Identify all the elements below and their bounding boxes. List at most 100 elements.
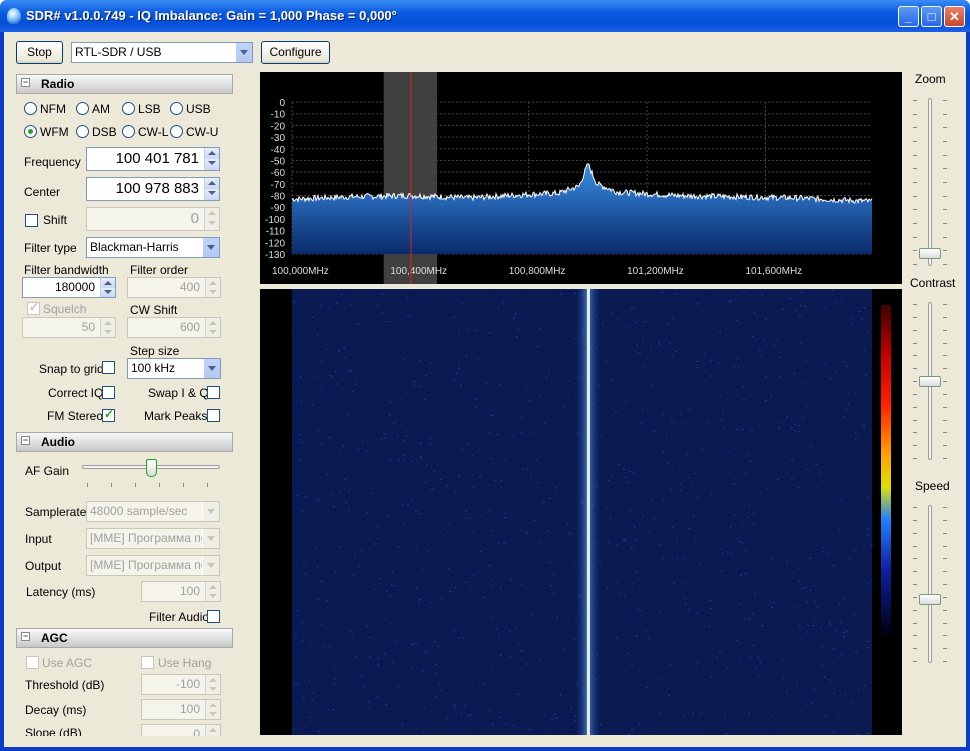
spectrum-plot[interactable]: 0-10-20-30-40-50-60-70-80-90-100-110-120… [260, 72, 902, 284]
audio-section-header[interactable]: − Audio [16, 432, 233, 452]
title-bar[interactable]: SDR# v1.0.0.749 - IQ Imbalance: Gain = 1… [0, 0, 970, 32]
contrast-slider-thumb[interactable] [919, 376, 941, 387]
spin-up-icon[interactable] [101, 278, 115, 288]
shift-input[interactable]: 0 [86, 207, 220, 231]
spin-down-icon[interactable] [205, 159, 219, 170]
decay-input[interactable]: 100 [141, 699, 221, 720]
spin-down-icon[interactable] [206, 287, 220, 297]
spin-up-icon[interactable] [205, 208, 219, 219]
waterfall-noise [751, 336, 754, 337]
use-agc-checkbox[interactable] [26, 656, 39, 669]
speed-slider[interactable] [910, 499, 950, 669]
waterfall-noise [323, 616, 326, 617]
snap-to-grid-checkbox[interactable] [102, 361, 115, 374]
filter-audio-checkbox[interactable] [207, 610, 220, 623]
collapse-icon[interactable]: − [21, 78, 30, 87]
spin-down-icon[interactable] [205, 219, 219, 230]
waterfall-noise [437, 688, 440, 690]
output-device-select[interactable]: [MME] Программа пер [86, 555, 220, 576]
collapse-icon[interactable]: − [21, 436, 30, 445]
waterfall-noise [736, 298, 739, 300]
mode-radio-am[interactable] [76, 102, 89, 115]
swap-iq-checkbox[interactable] [207, 386, 220, 399]
squelch-checkbox[interactable] [27, 300, 40, 315]
spin-up-icon[interactable] [101, 318, 115, 328]
radio-section-header[interactable]: − Radio [16, 74, 233, 94]
waterfall-noise [662, 412, 665, 414]
waterfall-noise [668, 453, 671, 455]
waterfall-noise [367, 620, 370, 622]
spin-down-icon[interactable] [206, 327, 220, 337]
waterfall-noise [319, 623, 322, 625]
zoom-slider[interactable] [910, 92, 950, 272]
filter-type-select[interactable]: Blackman-Harris [86, 237, 220, 258]
waterfall-display[interactable] [260, 289, 902, 735]
spin-up-icon[interactable] [206, 582, 220, 592]
slope-input[interactable]: 0 [141, 724, 221, 736]
agc-section-header[interactable]: − AGC [16, 628, 233, 648]
cw-shift-input[interactable]: 600 [127, 317, 221, 338]
waterfall-noise [835, 301, 838, 303]
speed-slider-thumb[interactable] [919, 593, 941, 605]
correct-iq-checkbox[interactable] [102, 386, 115, 399]
spin-down-icon[interactable] [206, 734, 220, 736]
squelch-label: Squelch [43, 302, 87, 316]
samplerate-select[interactable]: 48000 sample/sec [86, 501, 220, 522]
fm-stereo-checkbox[interactable] [102, 407, 115, 422]
threshold-label: Threshold (dB) [25, 678, 105, 692]
mark-peaks-checkbox[interactable] [207, 409, 220, 422]
device-select[interactable]: RTL-SDR / USB [71, 42, 253, 63]
squelch-input[interactable]: 50 [22, 317, 116, 338]
waterfall-noise [871, 385, 874, 387]
spin-up-icon[interactable] [206, 725, 220, 735]
filter-bandwidth-input[interactable]: 180000 [22, 277, 116, 298]
collapse-icon[interactable]: − [21, 632, 30, 641]
center-input[interactable]: 100 978 883 [86, 177, 220, 201]
spin-up-icon[interactable] [205, 178, 219, 189]
spin-down-icon[interactable] [206, 709, 220, 719]
spin-down-icon[interactable] [101, 327, 115, 337]
configure-button[interactable]: Configure [261, 41, 330, 64]
spin-up-icon[interactable] [206, 318, 220, 328]
waterfall-noise [503, 543, 506, 544]
contrast-slider[interactable] [910, 296, 950, 466]
frequency-input[interactable]: 100 401 781 [86, 147, 220, 171]
spin-down-icon[interactable] [205, 189, 219, 200]
step-size-select[interactable]: 100 kHz [127, 358, 221, 379]
filter-order-input[interactable]: 400 [127, 277, 221, 298]
shift-checkbox[interactable] [25, 214, 38, 227]
close-button[interactable]: ✕ [944, 6, 965, 27]
threshold-input[interactable]: -100 [141, 674, 221, 695]
mode-radio-usb[interactable] [170, 102, 183, 115]
spin-down-icon[interactable] [101, 287, 115, 297]
mode-radio-lsb[interactable] [122, 102, 135, 115]
spin-up-icon[interactable] [206, 700, 220, 710]
mode-radio-wfm[interactable] [24, 125, 37, 138]
spin-down-icon[interactable] [206, 684, 220, 694]
waterfall-noise [384, 386, 386, 388]
spin-up-icon[interactable] [206, 675, 220, 685]
waterfall-noise [759, 715, 762, 717]
mode-radio-cw-l[interactable] [122, 125, 135, 138]
stop-button[interactable]: Stop [16, 41, 63, 64]
mode-radio-nfm[interactable] [24, 102, 37, 115]
spectrum-analyzer[interactable]: 0 -10 -20 -30 -40 -50 -60 -70 -80 -90 -100 -110 -120… [260, 72, 902, 284]
mode-radio-dsb[interactable] [76, 125, 89, 138]
waterfall-plot[interactable] [260, 289, 902, 735]
maximize-button[interactable]: □ [921, 6, 942, 27]
minimize-button[interactable]: _ [898, 6, 919, 27]
input-device-select[interactable]: [MME] Программа пер [86, 528, 220, 549]
waterfall-noise [390, 623, 393, 625]
spin-up-icon[interactable] [205, 148, 219, 159]
speed-slider-track[interactable] [928, 505, 932, 663]
use-hang-checkbox[interactable] [141, 656, 154, 669]
af-gain-slider-thumb[interactable] [145, 459, 157, 477]
mode-radio-cw-u[interactable] [170, 125, 183, 138]
spin-up-icon[interactable] [206, 278, 220, 288]
zoom-slider-track[interactable] [928, 98, 932, 266]
waterfall-noise [475, 330, 478, 332]
latency-input[interactable]: 100 [141, 581, 221, 602]
waterfall-noise [509, 656, 512, 658]
spin-down-icon[interactable] [206, 591, 220, 601]
zoom-slider-thumb[interactable] [919, 248, 941, 260]
